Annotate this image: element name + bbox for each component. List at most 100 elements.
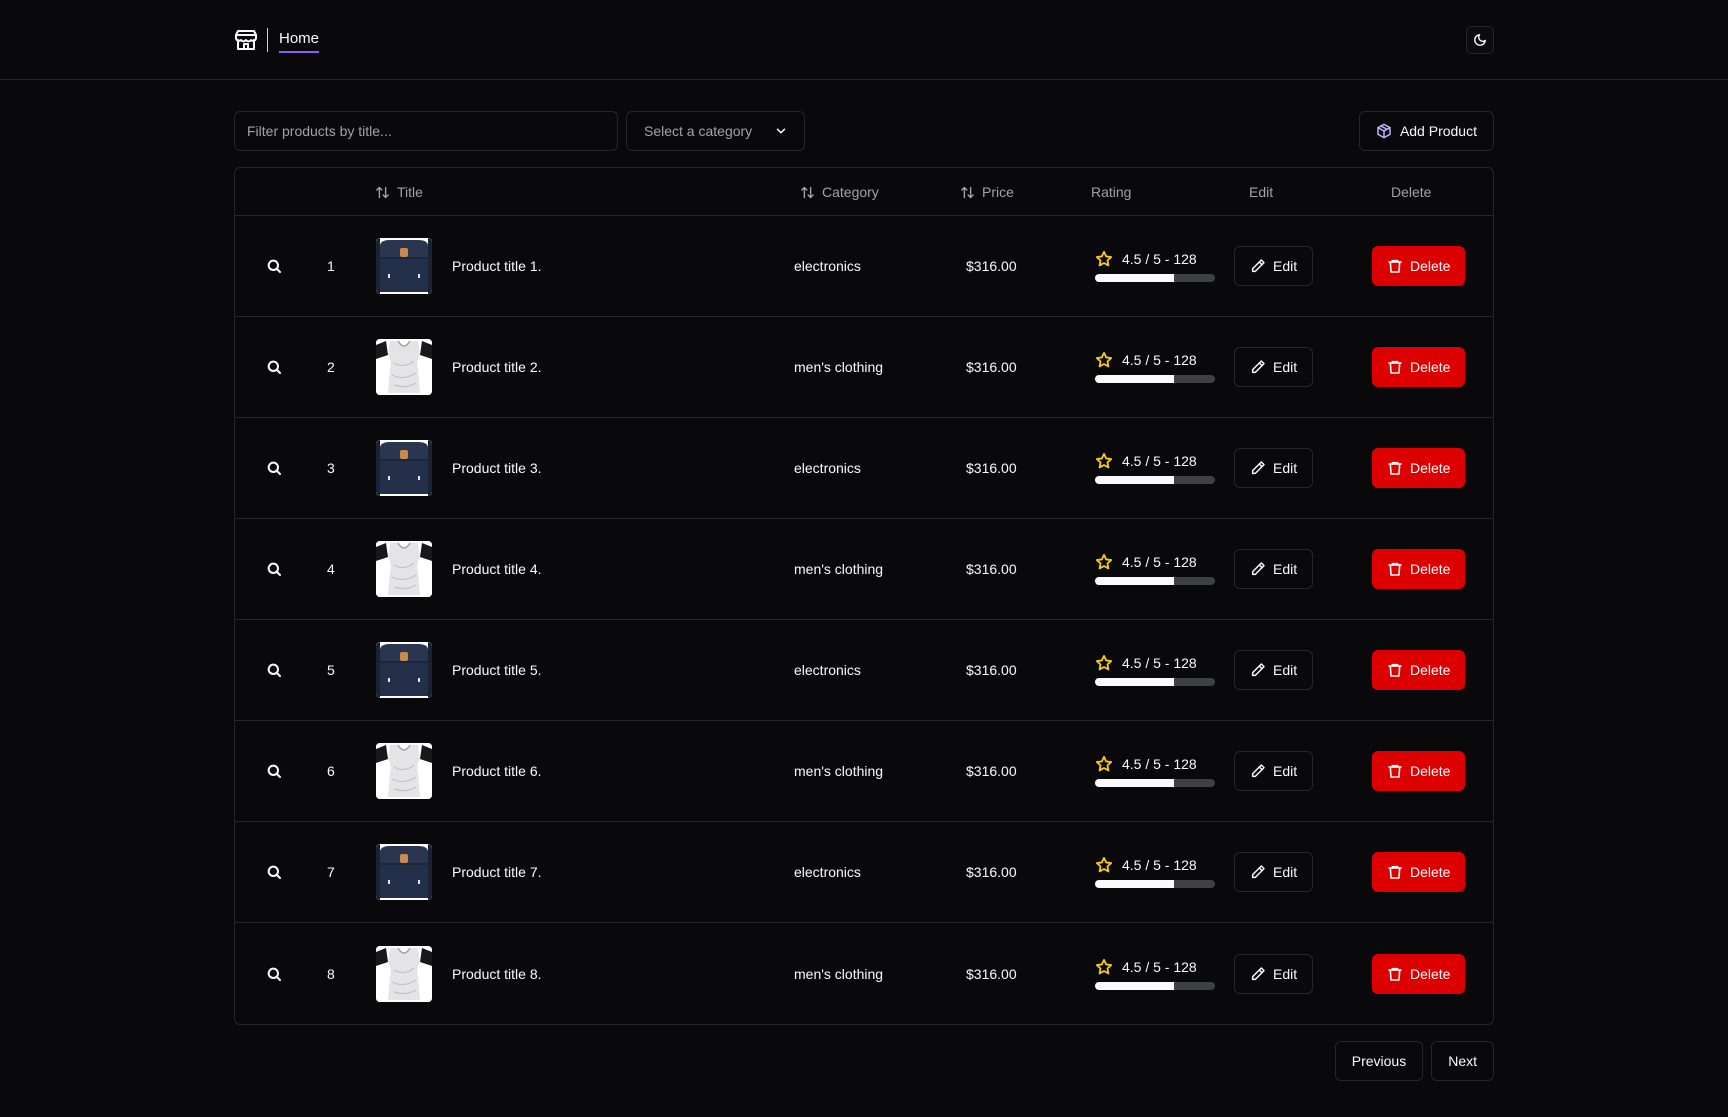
product-price: $316.00: [966, 662, 1017, 678]
table-body: 1 Product title 1. electronics $316.00 4…: [235, 216, 1493, 1024]
view-product-button[interactable]: [266, 317, 282, 417]
product-category: men's clothing: [794, 561, 884, 577]
header-divider: [267, 28, 268, 52]
edit-cell: Edit: [1234, 822, 1314, 922]
theme-toggle-button[interactable]: [1466, 26, 1494, 54]
delete-button[interactable]: Delete: [1372, 347, 1466, 387]
sort-icon: [375, 185, 390, 200]
edit-button[interactable]: Edit: [1234, 549, 1314, 589]
rating-bar: [1095, 476, 1215, 484]
product-title: Product title 1.: [452, 258, 542, 274]
product-rating: 4.5 / 5 - 128: [1095, 317, 1215, 417]
rating-text: 4.5 / 5 - 128: [1122, 756, 1197, 772]
view-product-button[interactable]: [266, 216, 282, 316]
edit-cell: Edit: [1234, 519, 1314, 619]
edit-button[interactable]: Edit: [1234, 650, 1314, 690]
view-product-button[interactable]: [266, 418, 282, 518]
trash-icon: [1387, 258, 1403, 274]
view-product-button[interactable]: [266, 620, 282, 720]
product-price: $316.00: [966, 864, 1017, 880]
edit-button[interactable]: Edit: [1234, 852, 1314, 892]
product-category: men's clothing: [794, 965, 884, 982]
rating-text: 4.5 / 5 - 128: [1122, 857, 1197, 873]
edit-button[interactable]: Edit: [1234, 953, 1314, 994]
row-index: 7: [327, 864, 335, 880]
product-category: electronics: [794, 258, 861, 274]
tshirt-image: [376, 743, 432, 799]
product-rating: 4.5 / 5 - 128: [1095, 620, 1215, 720]
previous-page-button[interactable]: Previous: [1334, 1041, 1424, 1081]
table-row: 1 Product title 1. electronics $316.00 4…: [235, 216, 1493, 317]
column-header-edit: Edit: [1249, 184, 1274, 200]
product-price: $316.00: [966, 258, 1017, 274]
search-icon: [266, 763, 282, 779]
pencil-icon: [1250, 258, 1266, 274]
star-icon: [1095, 856, 1113, 874]
pencil-icon: [1250, 763, 1266, 779]
rating-bar: [1095, 779, 1215, 787]
product-title: Product title 4.: [452, 561, 542, 577]
product-title: Product title 6.: [452, 763, 542, 779]
category-select[interactable]: Select a category: [626, 111, 805, 151]
trash-icon: [1387, 763, 1403, 779]
product-rating: 4.5 / 5 - 128: [1095, 216, 1215, 316]
delete-button[interactable]: Delete: [1372, 852, 1466, 892]
star-icon: [1095, 654, 1113, 672]
trash-icon: [1387, 966, 1403, 982]
table-row: 7 Product title 7. electronics $316.00 4…: [235, 822, 1493, 923]
edit-cell: Edit: [1234, 418, 1314, 518]
pagination: Previous Next: [1334, 1041, 1494, 1081]
next-page-button[interactable]: Next: [1431, 1041, 1494, 1081]
nav-home-link[interactable]: Home: [279, 30, 320, 53]
edit-button[interactable]: Edit: [1234, 751, 1314, 791]
product-title: Product title 2.: [452, 359, 542, 375]
product-category: men's clothing: [794, 763, 884, 779]
product-price: $316.00: [966, 460, 1017, 476]
app-header: Home: [0, 0, 1728, 80]
delete-button[interactable]: Delete: [1372, 448, 1466, 488]
product-title: Product title 5.: [452, 662, 542, 678]
view-product-button[interactable]: [266, 519, 282, 619]
main-content: Select a category Add Product Title: [234, 111, 1494, 1081]
edit-button[interactable]: Edit: [1234, 448, 1314, 488]
tshirt-image: [376, 945, 432, 1002]
delete-cell: Delete: [1372, 519, 1466, 619]
search-icon: [266, 561, 282, 577]
delete-button[interactable]: Delete: [1372, 953, 1466, 994]
delete-cell: Delete: [1372, 418, 1466, 518]
delete-button[interactable]: Delete: [1372, 246, 1466, 286]
edit-cell: Edit: [1234, 216, 1314, 316]
add-product-button[interactable]: Add Product: [1358, 111, 1494, 151]
trash-icon: [1387, 460, 1403, 476]
delete-button[interactable]: Delete: [1372, 650, 1466, 690]
store-icon[interactable]: [234, 28, 258, 52]
category-select-value: Select a category: [644, 123, 753, 139]
view-product-button[interactable]: [266, 923, 282, 1024]
delete-cell: Delete: [1372, 317, 1466, 417]
trash-icon: [1387, 359, 1403, 375]
product-thumbnail: [376, 822, 432, 922]
delete-button[interactable]: Delete: [1372, 751, 1466, 791]
filter-products-input[interactable]: [234, 111, 618, 151]
row-index: 1: [327, 258, 335, 274]
add-product-label: Add Product: [1399, 123, 1477, 139]
backpack-image: [376, 440, 432, 496]
edit-button[interactable]: Edit: [1234, 246, 1314, 286]
column-header-title[interactable]: Title: [375, 168, 423, 216]
backpack-image: [376, 238, 432, 294]
rating-bar-fill: [1095, 880, 1175, 888]
product-price: $316.00: [966, 561, 1017, 577]
column-header-price[interactable]: Price: [960, 168, 1014, 216]
column-header-category[interactable]: Category: [800, 168, 879, 216]
pencil-icon: [1250, 359, 1266, 375]
view-product-button[interactable]: [266, 721, 282, 821]
product-title: Product title 7.: [452, 864, 542, 880]
search-icon: [266, 966, 282, 982]
tshirt-image: [376, 541, 432, 597]
edit-button[interactable]: Edit: [1234, 347, 1314, 387]
product-title: Product title 3.: [452, 460, 542, 476]
view-product-button[interactable]: [266, 822, 282, 922]
edit-cell: Edit: [1234, 317, 1314, 417]
delete-button[interactable]: Delete: [1372, 549, 1466, 589]
rating-text: 4.5 / 5 - 128: [1122, 554, 1197, 570]
